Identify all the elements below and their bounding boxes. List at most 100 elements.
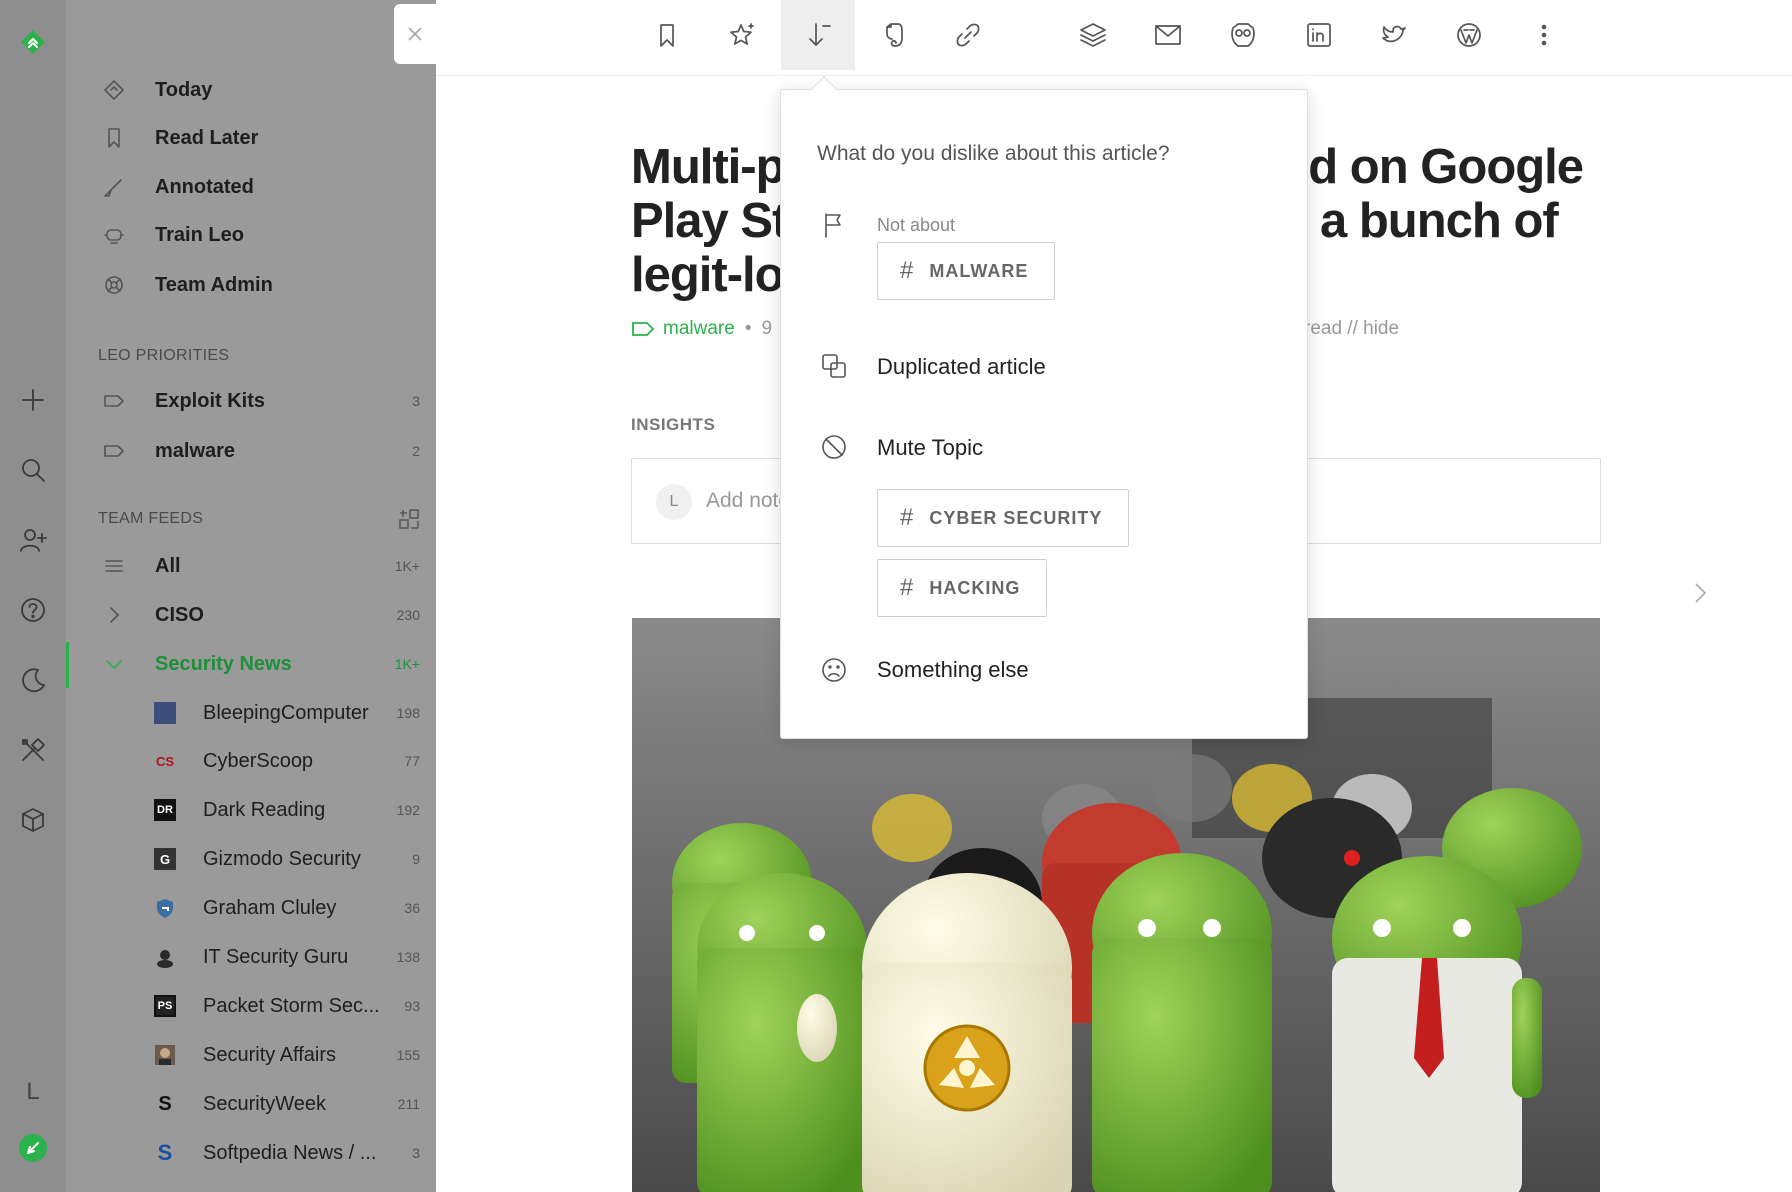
email-button[interactable] — [1131, 0, 1205, 70]
leo-priorities-heading: LEO PRIORITIES — [98, 347, 230, 364]
bookmark-icon — [660, 24, 674, 47]
twitter-bird-icon — [1382, 25, 1406, 43]
add-note-placeholder: Add note — [706, 489, 791, 512]
priority-tag-icon — [102, 389, 126, 413]
not-about-malware-chip[interactable]: # MALWARE — [877, 242, 1056, 300]
more-vertical-icon — [1541, 24, 1547, 46]
feedly-logo-icon[interactable] — [13, 22, 53, 62]
next-article-button[interactable] — [1688, 578, 1712, 608]
twitter-button[interactable] — [1357, 0, 1431, 70]
topic-tag-link[interactable]: malware — [631, 318, 735, 340]
meta-partial-text: 9 — [761, 318, 773, 339]
buffer-button[interactable] — [1056, 0, 1130, 70]
cyberscoop-favicon-icon: CS — [155, 753, 175, 769]
article-title-right[interactable]: ed on Google a bunch of — [1282, 140, 1584, 248]
feed-item-label: Softpedia News / ... — [203, 1141, 377, 1164]
not-about-label: Not about — [877, 215, 956, 235]
sidebar: Today Read Later Annotated Train Leo Tea… — [66, 0, 436, 1192]
read-later-button[interactable] — [630, 0, 704, 70]
priority-tag-icon — [102, 439, 126, 463]
priority-star-button[interactable] — [705, 0, 779, 70]
something-else-option[interactable]: Something else — [877, 657, 1029, 683]
topic-tag-label: malware — [663, 318, 735, 339]
hashtag-icon: # — [900, 574, 914, 601]
duplicated-article-option[interactable]: Duplicated article — [877, 354, 1046, 380]
feed-item-label: BleepingComputer — [203, 701, 369, 724]
hashtag-icon: # — [900, 504, 914, 531]
feed-item-bleepingcomputer[interactable]: BleepingComputer 198 — [66, 693, 436, 733]
mute-cyber-security-chip[interactable]: # CYBER SECURITY — [877, 489, 1130, 547]
wordpress-icon — [1457, 23, 1481, 47]
search-icon[interactable] — [13, 450, 53, 490]
highlighter-icon — [102, 175, 126, 199]
feed-item-graham-cluley[interactable]: Graham Cluley 36 — [66, 888, 436, 928]
sidebar-item-today[interactable]: Today — [66, 70, 436, 110]
feedly-pro-icon[interactable] — [13, 1128, 53, 1168]
add-content-icon[interactable] — [13, 380, 53, 420]
user-avatar[interactable]: L — [13, 1072, 53, 1112]
more-options-button[interactable] — [1507, 0, 1581, 70]
unread-count: 3 — [412, 1145, 420, 1161]
sidebar-item-ciso[interactable]: CISO 230 — [66, 595, 436, 635]
close-article-button[interactable] — [394, 4, 436, 64]
sidebar-item-label: All — [155, 554, 181, 577]
evernote-button[interactable] — [856, 0, 930, 70]
feed-item-security-affairs[interactable]: Security Affairs 155 — [66, 1035, 436, 1075]
feed-item-label: Gizmodo Security — [203, 847, 361, 870]
star-sparkle-icon — [730, 23, 754, 45]
feed-item-packet-storm[interactable]: PS Packet Storm Sec... 93 — [66, 986, 436, 1026]
layout-toggle-icon[interactable] — [398, 508, 420, 530]
it-security-guru-favicon-icon — [154, 946, 176, 968]
unread-count: 192 — [396, 802, 420, 818]
buffer-layers-icon — [1080, 23, 1106, 47]
feed-item-label: CyberScoop — [203, 749, 314, 772]
sidebar-item-exploit-kits[interactable]: Exploit Kits 3 — [66, 381, 436, 421]
flag-icon — [819, 210, 849, 240]
copy-link-button[interactable] — [931, 0, 1005, 70]
graham-cluley-shield-icon — [154, 897, 176, 919]
unread-count: 138 — [396, 949, 420, 965]
mute-hacking-chip[interactable]: # HACKING — [877, 559, 1048, 617]
help-icon[interactable] — [13, 590, 53, 630]
chevron-right-icon[interactable] — [102, 603, 126, 627]
meta-separator: • — [744, 318, 752, 339]
sidebar-item-read-later[interactable]: Read Later — [66, 118, 436, 158]
softpedia-favicon-icon: S — [157, 1140, 173, 1165]
unread-count: 3 — [412, 393, 420, 409]
feed-item-gizmodo-security[interactable]: G Gizmodo Security 9 — [66, 839, 436, 879]
sidebar-item-train-leo[interactable]: Train Leo — [66, 215, 436, 255]
wordpress-button[interactable] — [1432, 0, 1506, 70]
leo-icon — [102, 223, 126, 247]
chevron-down-icon[interactable] — [102, 652, 126, 676]
unread-count: 155 — [396, 1047, 420, 1063]
sidebar-item-malware[interactable]: malware 2 — [66, 431, 436, 471]
less-like-this-button[interactable] — [781, 0, 855, 70]
left-rail: L — [0, 0, 66, 1192]
sidebar-item-all[interactable]: All 1K+ — [66, 546, 436, 586]
sidebar-item-annotated[interactable]: Annotated — [66, 167, 436, 207]
sidebar-item-security-news[interactable]: Security News 1K+ — [66, 644, 436, 684]
feed-item-cyberscoop[interactable]: CS CyberScoop 77 — [66, 741, 436, 781]
article-meta-actions[interactable]: read // hide — [1304, 318, 1399, 340]
feed-item-label: Packet Storm Sec... — [203, 994, 380, 1017]
dark-reading-favicon-icon: DR — [154, 799, 176, 821]
linkedin-button[interactable] — [1282, 0, 1356, 70]
article-toolbar — [436, 0, 1792, 76]
feed-item-dark-reading[interactable]: DR Dark Reading 192 — [66, 790, 436, 830]
bookmark-icon — [102, 126, 126, 150]
mute-topic-label: Mute Topic — [877, 435, 983, 460]
list-icon — [102, 554, 126, 578]
feed-item-softpedia-news[interactable]: S Softpedia News / ... 3 — [66, 1133, 436, 1173]
popover-caret — [811, 76, 837, 102]
add-user-icon[interactable] — [13, 520, 53, 560]
feed-item-it-security-guru[interactable]: IT Security Guru 138 — [66, 937, 436, 977]
popover-question: What do you dislike about this article? — [817, 142, 1170, 165]
mute-block-icon — [819, 432, 849, 462]
sidebar-item-team-admin[interactable]: Team Admin — [66, 265, 436, 305]
tools-icon[interactable] — [13, 730, 53, 770]
feed-item-securityweek[interactable]: S SecurityWeek 211 — [66, 1084, 436, 1124]
night-mode-icon[interactable] — [13, 660, 53, 700]
downvote-arrow-icon — [809, 23, 831, 46]
integrations-box-icon[interactable] — [13, 800, 53, 840]
hootsuite-button[interactable] — [1206, 0, 1280, 70]
